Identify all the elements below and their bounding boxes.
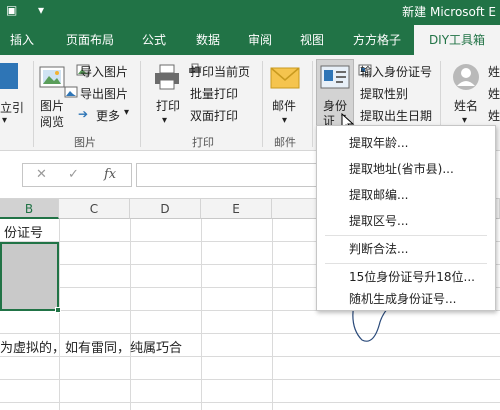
tab-diy-toolbox[interactable]: DIY工具箱 — [414, 25, 500, 55]
extract-gender-label: 提取性别 — [360, 87, 409, 101]
tab-fangfang[interactable]: 方方格子 — [346, 25, 408, 55]
grid-column-line — [272, 219, 273, 410]
printer-icon — [155, 64, 179, 90]
id-card-icon — [320, 65, 350, 89]
export-picture-icon — [64, 86, 78, 98]
extract-birthdate-label: 提取出生日期 — [360, 109, 433, 123]
column-header-e[interactable]: E — [201, 199, 272, 219]
menu-item-random-id[interactable]: 随机生成身份证号... — [317, 286, 495, 312]
cut-off-icon — [0, 63, 18, 89]
more-dropdown-icon: ▾ — [124, 107, 130, 118]
group-separator — [312, 61, 313, 147]
more-label: 更多 — [96, 109, 121, 123]
group-separator — [262, 61, 263, 147]
dropdown-customize-icon[interactable]: ▾ — [38, 3, 44, 17]
duplex-print-label: 双面打印 — [190, 109, 239, 123]
tab-page-layout[interactable]: 页面布局 — [58, 25, 122, 55]
export-picture-label: 导出图片 — [80, 87, 129, 101]
tab-view[interactable]: 视图 — [294, 25, 330, 55]
tab-review[interactable]: 审阅 — [242, 25, 278, 55]
tab-insert[interactable]: 插入 — [4, 25, 40, 55]
more-arrow-icon: ➔ — [78, 107, 89, 121]
column-header-c[interactable]: C — [59, 199, 130, 219]
print-dropdown-icon: ▾ — [162, 115, 168, 126]
note-cell[interactable]: 为虚拟的，如有雷同，纯属巧合 — [0, 337, 182, 356]
menu-item-extract-age[interactable]: 提取年龄... — [317, 130, 495, 156]
partial-dropdown-arrow[interactable]: ▾ — [2, 115, 7, 126]
input-id-number-label: 输入身份证号 — [360, 65, 433, 79]
grid-column-line — [59, 219, 60, 410]
partial-button-label[interactable]: 立引 — [0, 99, 24, 116]
window-title: 新建 Microsoft E — [402, 5, 496, 19]
name-partial-3[interactable]: 姓 — [488, 107, 500, 124]
print-current-page-label: 打印当前页 — [190, 65, 251, 79]
picture-group-label: 图片 — [74, 136, 96, 149]
column-header-d[interactable]: D — [130, 199, 201, 219]
name-label: 姓名 — [454, 99, 479, 113]
menu-item-extract-address[interactable]: 提取地址(省市县)... — [317, 156, 495, 182]
column-header-b[interactable]: B — [0, 199, 59, 219]
group-separator — [140, 61, 141, 147]
confirm-icon[interactable]: ✓ — [68, 167, 79, 182]
cancel-icon[interactable]: ✕ — [36, 167, 47, 182]
mail-group-label: 邮件 — [274, 136, 296, 149]
ribbon-tabs: 插入 页面布局 公式 数据 审阅 视图 方方格子 DIY工具箱 — [0, 25, 500, 55]
grid-row — [0, 311, 500, 334]
print-group-label: 打印 — [192, 136, 214, 149]
selected-range[interactable] — [0, 242, 59, 311]
save-icon[interactable]: ▣ — [6, 3, 17, 17]
mail-dropdown-icon: ▾ — [282, 115, 288, 126]
print-label: 打印 — [156, 99, 181, 113]
name-partial-2[interactable]: 姓 — [488, 85, 500, 102]
picture-viewer-label-1: 图片 — [40, 99, 65, 113]
group-separator — [33, 61, 34, 147]
name-partial-1[interactable]: 姓 — [488, 63, 500, 80]
fill-handle[interactable] — [55, 307, 61, 313]
id-card-menu: 提取年龄... 提取地址(省市县)... 提取邮编... 提取区号... 判断合… — [316, 125, 496, 311]
import-picture-label: 导入图片 — [80, 65, 129, 79]
insert-function-icon[interactable]: fx — [104, 167, 116, 182]
grid-row — [0, 380, 500, 403]
picture-viewer-label-2: 阅览 — [40, 115, 65, 129]
menu-item-validate[interactable]: 判断合法... — [317, 236, 495, 262]
batch-print-label: 批量打印 — [190, 87, 239, 101]
menu-item-extract-area-code[interactable]: 提取区号... — [317, 208, 495, 234]
menu-item-extract-zipcode[interactable]: 提取邮编... — [317, 182, 495, 208]
grid-column-line — [130, 219, 131, 410]
tab-formulas[interactable]: 公式 — [136, 25, 172, 55]
title-bar: ▣ ▾ 新建 Microsoft E — [0, 0, 500, 25]
envelope-icon — [270, 67, 300, 89]
tab-data[interactable]: 数据 — [190, 25, 226, 55]
mail-label: 邮件 — [272, 99, 297, 113]
grid-column-line — [201, 219, 202, 410]
person-icon — [453, 64, 479, 90]
grid-row — [0, 357, 500, 380]
cell-b1[interactable]: 份证号 — [4, 222, 43, 241]
